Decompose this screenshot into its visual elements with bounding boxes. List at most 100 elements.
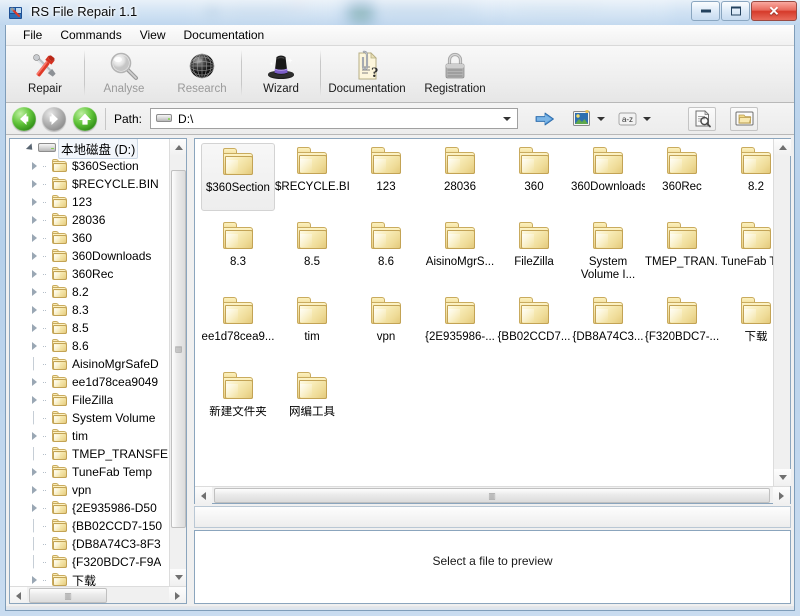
tree-item-7[interactable]: ·· 8.2: [10, 283, 171, 301]
tree-item-20[interactable]: │ ·· {BB02CCD7-150: [10, 517, 171, 535]
expand-collapse-icon[interactable]: [26, 482, 42, 498]
expand-collapse-icon[interactable]: [26, 302, 42, 318]
view-mode-button[interactable]: [568, 107, 594, 131]
expand-collapse-icon[interactable]: [26, 392, 42, 408]
file-list-panel[interactable]: $360Section $RECYCLE.BIN 123 28036 360 360Dow…: [194, 138, 791, 504]
files-horizontal-scrollbar[interactable]: ▥: [195, 486, 790, 504]
expand-collapse-icon[interactable]: [26, 158, 42, 174]
file-item[interactable]: 8.2: [719, 143, 773, 211]
tree-item-10[interactable]: ·· 8.6: [10, 337, 171, 355]
expand-collapse-icon[interactable]: [26, 248, 42, 264]
file-item[interactable]: {2E935986-...: [423, 293, 497, 361]
file-item[interactable]: 360: [497, 143, 571, 211]
toolbar-button-wizard[interactable]: Wizard: [242, 46, 320, 101]
tree-scroll-thumb[interactable]: ▤: [171, 170, 186, 528]
go-button[interactable]: [532, 107, 558, 131]
tree-item-18[interactable]: ·· vpn: [10, 481, 171, 499]
file-item[interactable]: tim: [275, 293, 349, 361]
file-item[interactable]: 8.5: [275, 218, 349, 286]
tree-root-node[interactable]: 本地磁盘 (D:): [10, 139, 171, 159]
title-bar[interactable]: RS File Repair 1.1 ✕: [0, 0, 800, 25]
tree-item-5[interactable]: ·· 360Downloads: [10, 247, 171, 265]
tree-item-2[interactable]: ·· 123: [10, 193, 171, 211]
file-item[interactable]: $360Section: [201, 143, 275, 211]
expand-collapse-icon[interactable]: [26, 500, 42, 516]
files-hscroll-thumb[interactable]: ▥: [214, 488, 770, 503]
file-item[interactable]: vpn: [349, 293, 423, 361]
file-item[interactable]: TMEP_TRAN...: [645, 218, 719, 286]
tree-item-23[interactable]: ·· 下载: [10, 571, 171, 586]
tree-item-4[interactable]: ·· 360: [10, 229, 171, 247]
tree-item-12[interactable]: ·· ee1d78cea9049: [10, 373, 171, 391]
tree-scroll-right-button[interactable]: [169, 587, 186, 603]
file-item[interactable]: 新建文件夹: [201, 368, 275, 436]
close-button[interactable]: ✕: [751, 1, 797, 21]
file-item[interactable]: {F320BDC7-...: [645, 293, 719, 361]
expand-collapse-icon[interactable]: [26, 176, 42, 192]
files-scroll-left-button[interactable]: [195, 487, 212, 504]
menu-view[interactable]: View: [131, 26, 175, 44]
tree-scroll-down-button[interactable]: [170, 569, 186, 586]
expand-collapse-icon[interactable]: [26, 338, 42, 354]
files-scroll-down-button[interactable]: [774, 469, 791, 486]
expand-collapse-icon[interactable]: [26, 374, 42, 390]
expand-collapse-icon[interactable]: [26, 464, 42, 480]
toolbar-button-registration[interactable]: Registration: [413, 46, 497, 101]
tree-hscroll-thumb[interactable]: ▥: [29, 588, 107, 603]
file-item[interactable]: FileZilla: [497, 218, 571, 286]
tree-vertical-scrollbar[interactable]: ▤: [169, 139, 186, 586]
up-button[interactable]: [73, 106, 97, 131]
file-item[interactable]: 360Downloads: [571, 143, 645, 211]
files-vertical-scrollbar[interactable]: [773, 139, 791, 486]
tree-horizontal-scrollbar[interactable]: ▥: [10, 586, 186, 603]
expand-collapse-icon[interactable]: [22, 140, 38, 156]
file-item[interactable]: 下载: [719, 293, 773, 361]
menu-documentation[interactable]: Documentation: [175, 26, 274, 44]
preview-pane-toggle[interactable]: [688, 106, 717, 131]
tree-item-15[interactable]: ·· tim: [10, 427, 171, 445]
file-item[interactable]: 123: [349, 143, 423, 211]
view-mode-dropdown[interactable]: [594, 108, 608, 130]
files-scroll-up-button[interactable]: [774, 139, 791, 156]
expand-collapse-icon[interactable]: [26, 320, 42, 336]
tree-item-17[interactable]: ·· TuneFab Temp: [10, 463, 171, 481]
toolbar-button-documentation[interactable]: ? Documentation: [321, 46, 413, 101]
expand-collapse-icon[interactable]: [26, 284, 42, 300]
maximize-button[interactable]: [721, 1, 750, 21]
tree-scroll-left-button[interactable]: [10, 587, 27, 603]
expand-collapse-icon[interactable]: [26, 230, 42, 246]
tree-item-14[interactable]: │ ·· System Volume: [10, 409, 171, 427]
tree-item-0[interactable]: ·· $360Section: [10, 157, 171, 175]
file-item[interactable]: {DB8A74C3...: [571, 293, 645, 361]
toolbar-button-research[interactable]: Research: [163, 46, 241, 101]
menu-commands[interactable]: Commands: [51, 26, 130, 44]
back-button[interactable]: [12, 106, 36, 131]
expand-collapse-icon[interactable]: [26, 266, 42, 282]
file-item[interactable]: AisinoMgrS...: [423, 218, 497, 286]
sort-dropdown[interactable]: [640, 108, 654, 130]
tree-item-16[interactable]: │ ·· TMEP_TRANSFE: [10, 445, 171, 463]
tree-item-3[interactable]: ·· 28036: [10, 211, 171, 229]
path-input[interactable]: D:\: [150, 108, 519, 129]
tree-item-11[interactable]: │ ·· AisinoMgrSafeD: [10, 355, 171, 373]
tree-item-6[interactable]: ·· 360Rec: [10, 265, 171, 283]
expand-collapse-icon[interactable]: [26, 212, 42, 228]
file-item[interactable]: {BB02CCD7...: [497, 293, 571, 361]
expand-collapse-icon[interactable]: [26, 428, 42, 444]
toolbar-button-repair[interactable]: Repair: [6, 46, 84, 101]
file-item[interactable]: 网编工具: [275, 368, 349, 436]
file-item[interactable]: ee1d78cea9...: [201, 293, 275, 361]
tree-item-8[interactable]: ·· 8.3: [10, 301, 171, 319]
file-item[interactable]: TuneFab Tem: [719, 218, 773, 286]
file-item[interactable]: 360Rec: [645, 143, 719, 211]
folder-pane-toggle[interactable]: [730, 106, 759, 131]
expand-collapse-icon[interactable]: [26, 572, 42, 586]
tree-item-22[interactable]: │ ·· {F320BDC7-F9A: [10, 553, 171, 571]
file-item[interactable]: 8.3: [201, 218, 275, 286]
tree-item-19[interactable]: ·· {2E935986-D50: [10, 499, 171, 517]
file-item[interactable]: 28036: [423, 143, 497, 211]
tree-item-13[interactable]: ·· FileZilla: [10, 391, 171, 409]
menu-file[interactable]: File: [14, 26, 51, 44]
forward-button[interactable]: [42, 106, 66, 131]
files-scroll-right-button[interactable]: [773, 487, 790, 504]
